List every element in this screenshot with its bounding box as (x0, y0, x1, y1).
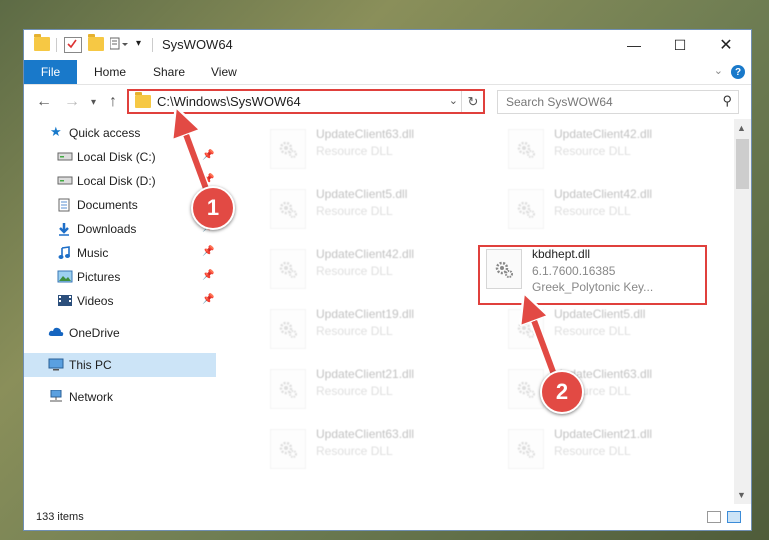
arrow-2 (529, 307, 559, 382)
callout-2: 2 (540, 370, 584, 414)
annotation-arrows (0, 0, 561, 382)
arrow-1 (181, 121, 211, 196)
callout-1: 1 (191, 186, 235, 230)
